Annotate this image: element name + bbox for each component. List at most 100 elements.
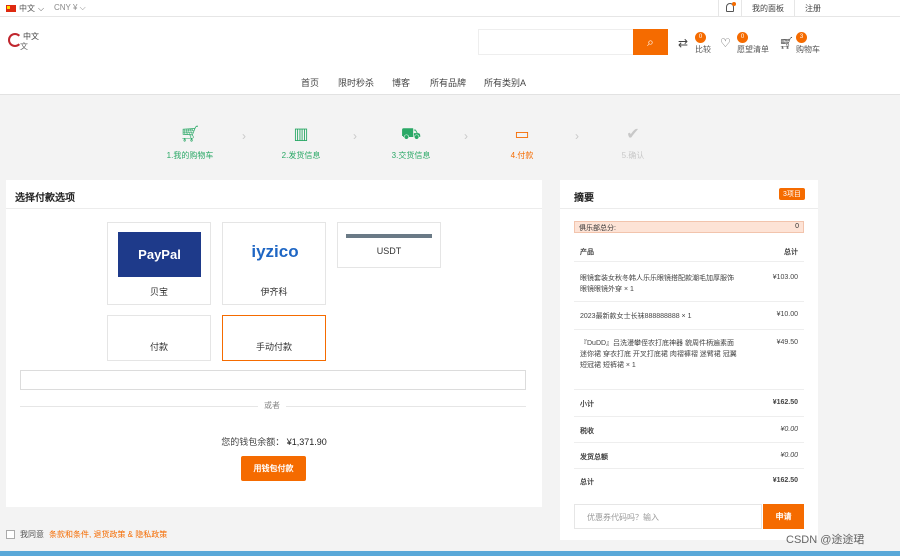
map-icon: ▥ xyxy=(293,126,309,143)
payment-option-label: 贝宝 xyxy=(149,287,168,297)
main-nav: 首页 限时秒杀 博客 所有品牌 所有类别A xyxy=(0,68,900,95)
notification-button[interactable] xyxy=(718,0,742,17)
terms-agreement: 我同意 条款和条件, 退货政策 & 隐私政策 xyxy=(6,529,167,540)
or-separator: 或者 xyxy=(258,400,286,411)
cart-icon: 🛒︎ xyxy=(779,36,795,50)
nav-item-categories[interactable]: 所有类别A xyxy=(484,76,526,89)
subtotal-value: ¥162.50 xyxy=(772,399,798,406)
apply-coupon-button[interactable]: 申请 xyxy=(763,504,804,529)
step-confirm: ✔ 5.确认 xyxy=(598,125,668,161)
search-button[interactable]: ⌕ xyxy=(633,29,668,55)
step-label: 1.我的购物车 xyxy=(166,151,214,160)
payment-title: 选择付款选项 xyxy=(15,193,75,204)
coupon-input[interactable]: 优惠券代码吗？输入 xyxy=(574,504,762,529)
truck-icon: ⛟ xyxy=(400,126,422,143)
agree-checkbox[interactable] xyxy=(6,530,15,539)
top-bar: 中文 ⌵ CNY ¥ ⌵ 我的面板 注册 xyxy=(0,0,900,17)
nav-item-brands[interactable]: 所有品牌 xyxy=(430,76,466,89)
pay-with-wallet-button[interactable]: 用钱包付款 xyxy=(241,456,306,481)
product-price: ¥10.00 xyxy=(776,311,798,318)
total-label: 总计 xyxy=(580,479,594,486)
payment-option-label: 手动付款 xyxy=(255,342,292,352)
subtotal-row: 小计 ¥162.50 xyxy=(574,390,804,417)
nav-item-home[interactable]: 首页 xyxy=(301,76,319,89)
table-row: 2023最新款女士长袜888888888 × 1 ¥10.00 xyxy=(574,302,804,330)
step-shipping-info[interactable]: ▥ 2.发货信息 xyxy=(266,125,336,161)
chevron-down-icon: ⌵ xyxy=(38,3,45,13)
step-label: 4.付款 xyxy=(510,151,534,160)
search-input[interactable] xyxy=(478,29,633,55)
china-flag-icon xyxy=(6,5,16,12)
chevron-right-icon: › xyxy=(242,129,246,143)
payment-panel: 选择付款选项 PayPal 贝宝 iyzico 伊齐科 USDT 付款 手动付款… xyxy=(6,180,542,507)
subtotal-label: 小计 xyxy=(580,401,594,408)
currency-label: CNY ¥ xyxy=(54,3,78,12)
payment-option-paypal[interactable]: PayPal 贝宝 xyxy=(107,222,211,305)
step-payment[interactable]: ▭ 4.付款 xyxy=(487,125,557,161)
currency-selector[interactable]: CNY ¥ ⌵ xyxy=(54,3,86,13)
iyzico-logo: iyzico xyxy=(231,232,319,277)
wallet-balance: 您的钱包余额： ¥1,371.90 xyxy=(6,435,542,448)
payment-option-payment[interactable]: 付款 xyxy=(107,315,211,361)
tax-label: 税收 xyxy=(580,428,594,435)
nav-item-flash-sale[interactable]: 限时秒杀 xyxy=(338,76,374,89)
step-label: 3.交货信息 xyxy=(391,151,431,160)
step-label: 2.发货信息 xyxy=(281,151,321,160)
product-price: ¥49.50 xyxy=(776,339,798,346)
tax-value: ¥0.00 xyxy=(780,426,798,433)
logo-subtext: 文 xyxy=(20,42,28,51)
chevron-right-icon: › xyxy=(464,129,468,143)
dashboard-link[interactable]: 我的面板 xyxy=(752,3,784,14)
cart-icon: 🛒︎ xyxy=(179,126,201,143)
cart-label: 购物车 xyxy=(796,45,820,54)
product-price: ¥103.00 xyxy=(772,274,798,281)
total-value: ¥162.50 xyxy=(772,477,798,484)
notification-dot xyxy=(732,2,736,6)
checkout-steps: 🛒︎ 1.我的购物车 › ▥ 2.发货信息 › ⛟ 3.交货信息 › ▭ 4.付… xyxy=(0,95,900,180)
payment-option-manual[interactable]: 手动付款 xyxy=(222,315,326,361)
compare-count: 0 xyxy=(695,32,706,43)
order-summary: 摘要 3项目 俱乐部总分: 0 产品 总计 眼镜套装女秋冬韩人乐乐眼镜搭配款潮毛… xyxy=(560,180,818,540)
table-row: 『DuDD』吕洗漫攀侄农打底神器 貌周件柄遍素面迷你裙 穿衣打底 开叉打底裙 肉… xyxy=(574,330,804,390)
bottom-bar xyxy=(0,551,900,556)
wallet-balance-value: ¥1,371.90 xyxy=(286,437,327,447)
step-label: 5.确认 xyxy=(621,151,645,160)
language-selector[interactable]: 中文 ⌵ xyxy=(6,3,44,14)
chevron-right-icon: › xyxy=(575,129,579,143)
divider xyxy=(560,208,818,209)
chevron-right-icon: › xyxy=(353,129,357,143)
search-icon: ⌕ xyxy=(647,35,654,49)
payment-option-label: 付款 xyxy=(149,342,168,352)
step-delivery-info[interactable]: ⛟ 3.交货信息 xyxy=(376,125,446,161)
product-name: 『DuDD』吕洗漫攀侄农打底神器 貌周件柄遍素面迷你裙 穿衣打底 开叉打底裙 肉… xyxy=(580,340,737,369)
summary-header-row: 产品 总计 xyxy=(574,240,804,262)
logo[interactable]: 中文 文 xyxy=(8,31,46,55)
register-link[interactable]: 注册 xyxy=(794,0,821,17)
club-points: 俱乐部总分: 0 xyxy=(574,221,804,233)
nav-item-blog[interactable]: 博客 xyxy=(392,76,410,89)
divider xyxy=(6,208,542,209)
header: 中文 文 ⌕ ⇄ 0 比较 ♡ 0 愿望清单 🛒︎ 3 购物车 xyxy=(0,17,900,68)
language-label: 中文 xyxy=(19,4,35,13)
shipping-label: 发货总额 xyxy=(580,454,608,461)
policy-links[interactable]: 条款和条件, 退货政策 & 隐私政策 xyxy=(49,529,167,540)
product-name: 眼镜套装女秋冬韩人乐乐眼镜搭配款潮毛加厚服饰眼镜眼镜外穿 × 1 xyxy=(580,275,734,293)
item-count-badge: 3项目 xyxy=(779,188,805,200)
check-circle-icon: ✔ xyxy=(626,126,640,143)
club-points-value: 0 xyxy=(795,223,799,230)
heart-icon: ♡ xyxy=(720,36,731,50)
payment-option-iyzico[interactable]: iyzico 伊齐科 xyxy=(222,222,326,305)
total-row: 总计 ¥162.50 xyxy=(574,469,804,495)
paypal-logo: PayPal xyxy=(118,232,201,277)
shipping-value: ¥0.00 xyxy=(780,452,798,459)
watermark: CSDN @途途珺 xyxy=(786,534,865,546)
club-points-label: 俱乐部总分: xyxy=(579,225,616,232)
payment-option-label: 伊齐科 xyxy=(260,287,288,297)
step-cart[interactable]: 🛒︎ 1.我的购物车 xyxy=(155,125,225,161)
shipping-row: 发货总额 ¥0.00 xyxy=(574,443,804,469)
col-product: 产品 xyxy=(580,249,594,256)
wishlist-count: 0 xyxy=(737,32,748,43)
payment-option-usdt[interactable]: USDT xyxy=(337,222,441,268)
payment-details-field[interactable] xyxy=(20,370,526,390)
card-icon: ▭ xyxy=(514,126,530,143)
